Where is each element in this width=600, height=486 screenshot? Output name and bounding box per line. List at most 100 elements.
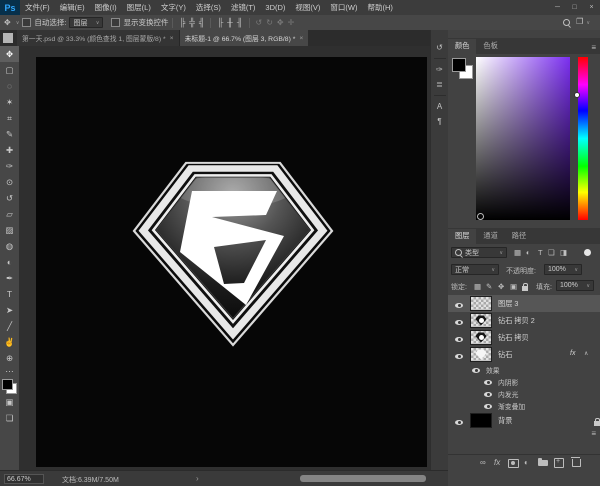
tab-close-icon[interactable]: × [170,35,174,42]
character-icon[interactable]: A [431,99,449,114]
layer-thumbnail[interactable] [470,413,492,428]
layer-row[interactable]: 钻石 fx ∧ [448,346,600,363]
adjustment-layer-icon[interactable]: ◐ [524,458,529,467]
brush-tool[interactable]: ✑ [0,158,19,174]
brush-settings-icon[interactable]: ✑ [431,62,449,77]
link-layers-icon[interactable]: ∞ [480,458,486,467]
layer-style-icon[interactable]: fx [494,458,500,467]
background-layer-row[interactable]: 背景 [448,412,600,429]
menu-filter[interactable]: 滤镜(T) [226,2,261,13]
menu-edit[interactable]: 编辑(E) [55,2,90,13]
visibility-eye-icon[interactable] [455,320,463,325]
menu-image[interactable]: 图像(I) [90,2,122,13]
workspace-switcher-icon[interactable]: ❐∨ [576,17,590,26]
opacity-dropdown[interactable]: 100%∨ [544,264,582,275]
lock-pixels-icon[interactable]: ✎ [486,282,492,291]
fx-badge[interactable]: fx [570,350,575,357]
hand-tool[interactable]: ✌ [0,334,19,350]
align-bottom-icon[interactable]: ╣ [199,18,205,27]
screen-mode-button[interactable]: ❏ [0,410,19,426]
show-transform-checkbox[interactable] [111,18,120,27]
align-top-icon[interactable]: ╠ [179,18,185,27]
layer-row[interactable]: 钻石 拷贝 2 [448,312,600,329]
effect-row[interactable]: 内发光 [448,387,600,399]
visibility-eye-icon[interactable] [484,404,492,409]
visibility-eye-icon[interactable] [455,354,463,359]
tab-bar-left-icon[interactable] [3,33,13,43]
tool-preset-caret-icon[interactable]: ∨ [16,20,20,26]
delete-layer-icon[interactable] [572,459,581,467]
minimize-button[interactable]: ─ [549,0,566,14]
layer-thumbnail[interactable] [470,313,492,328]
tab-swatches[interactable]: 色板 [476,39,504,54]
quick-selection-tool[interactable]: ✶ [0,94,19,110]
tab-color[interactable]: 颜色 [448,39,476,54]
layer-thumbnail[interactable] [470,296,492,311]
menu-help[interactable]: 帮助(H) [363,2,398,13]
color-fg-bg-swatch[interactable] [452,58,474,80]
layer-thumbnail[interactable] [470,347,492,362]
blur-tool[interactable]: ◍ [0,238,19,254]
lock-position-icon[interactable]: ✥ [498,282,504,291]
menu-3d[interactable]: 3D(D) [260,3,290,12]
layer-name[interactable]: 钻石 [498,350,512,360]
collapse-effects-icon[interactable]: ∧ [584,350,588,357]
layer-thumbnail[interactable] [470,330,492,345]
marquee-tool[interactable]: ▢ [0,62,19,78]
fill-dropdown[interactable]: 100%∨ [556,280,594,291]
dodge-tool[interactable]: ◐ [0,254,19,270]
quick-mask-button[interactable]: ▣ [0,394,19,410]
layer-name[interactable]: 图层 3 [498,299,518,309]
distribute-right-icon[interactable]: ╢ [237,18,243,27]
layer-filter-dropdown[interactable]: 类型 ∨ [451,247,507,258]
effect-row[interactable]: 渐变叠加 [448,399,600,411]
tab-paths[interactable]: 路径 [505,229,533,244]
layer-row[interactable]: 钻石 拷贝 [448,329,600,346]
distribute-center-icon[interactable]: ╫ [227,18,233,27]
lasso-tool[interactable]: ◌ [0,78,19,94]
filter-toggle-icon[interactable] [584,249,591,256]
effects-group-label[interactable]: 效果 [486,365,500,375]
panel-menu-icon[interactable]: ≡ [591,429,596,438]
eraser-tool[interactable]: ▱ [0,206,19,222]
menu-layer[interactable]: 图层(L) [122,2,156,13]
eyedropper-tool[interactable]: ✎ [0,126,19,142]
align-center-icon[interactable]: ╬ [189,18,195,27]
new-layer-icon[interactable] [554,458,564,468]
filter-adjustment-icon[interactable]: ◐ [526,248,531,257]
zoom-tool[interactable]: ⊕ [0,350,19,366]
document-tab-active[interactable]: 未标题-1 @ 66.7% (图层 3, RGB/8) * × [180,30,309,46]
horizontal-scrollbar[interactable] [300,475,426,482]
menu-type[interactable]: 文字(Y) [156,2,191,13]
menu-window[interactable]: 窗口(W) [325,2,362,13]
properties-icon[interactable]: ≣ [431,77,449,92]
filter-smart-object-icon[interactable]: ◨ [560,248,567,257]
panel-menu-icon[interactable]: ≡ [591,43,596,52]
new-group-icon[interactable] [538,460,548,466]
tab-channels[interactable]: 通道 [476,229,504,244]
foreground-color-swatch[interactable] [2,379,13,390]
document-tab-inactive[interactable]: 第一天.psd @ 33.3% (颜色查找 1, 图层蒙版/8) * × [17,30,180,46]
blend-mode-dropdown[interactable]: 正常∨ [451,264,499,275]
tab-layers[interactable]: 图层 [448,229,476,244]
effect-label[interactable]: 内发光 [498,389,518,399]
search-icon[interactable] [563,19,570,28]
clone-stamp-tool[interactable]: ⊙ [0,174,19,190]
gradient-tool[interactable]: ▨ [0,222,19,238]
zoom-level-field[interactable]: 66.67% [4,474,44,484]
history-brush-tool[interactable]: ↺ [0,190,19,206]
menu-select[interactable]: 选择(S) [191,2,226,13]
effect-row[interactable]: 内阴影 [448,375,600,387]
lock-all-icon[interactable] [522,286,528,291]
layer-name[interactable]: 背景 [498,416,512,426]
visibility-eye-icon[interactable] [455,337,463,342]
foreground-background-swatch[interactable] [2,379,17,394]
layer-row-selected[interactable]: 图层 3 [448,295,600,312]
type-tool[interactable]: T [0,286,19,302]
visibility-eye-icon[interactable] [484,392,492,397]
tab-close-icon[interactable]: × [299,35,303,42]
color-picker-marker[interactable] [477,213,484,220]
document-canvas[interactable] [36,57,427,467]
distribute-left-icon[interactable]: ╟ [217,18,223,27]
foreground-color-swatch[interactable] [452,58,466,72]
